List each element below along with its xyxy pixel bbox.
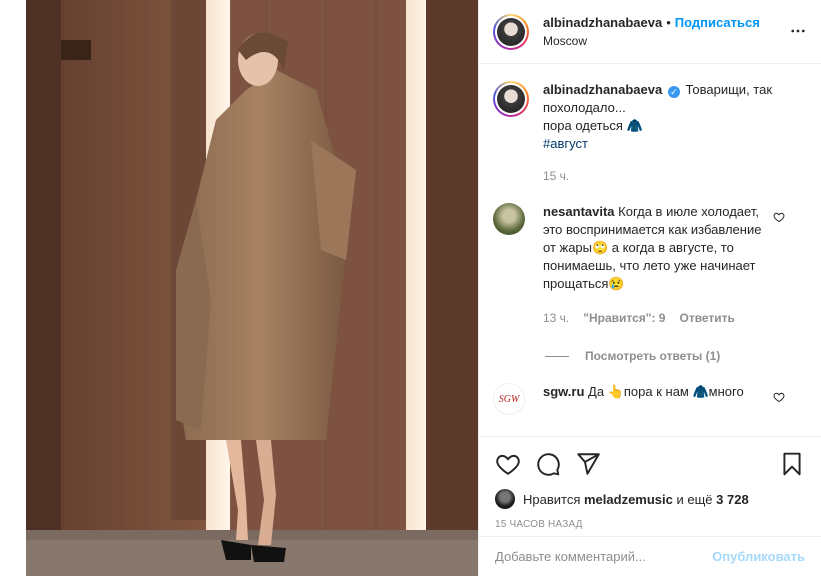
follow-button[interactable]: Подписаться: [675, 14, 760, 32]
hashtag-link[interactable]: #август: [543, 136, 588, 151]
comment-heart-icon[interactable]: [773, 211, 785, 223]
replies-line: [545, 355, 569, 357]
location-link[interactable]: Moscow: [543, 32, 760, 50]
comment-input[interactable]: [495, 549, 713, 564]
action-icons: [495, 451, 805, 479]
likes-middle: и ещё: [676, 491, 713, 507]
likes-count[interactable]: 3 728: [716, 492, 749, 507]
author-username[interactable]: albinadzhanabaeva: [543, 14, 662, 32]
caption-avatar[interactable]: [493, 81, 529, 117]
verified-badge-icon: ✓: [667, 86, 680, 98]
commenter-username[interactable]: sgw.ru: [543, 384, 584, 399]
reply-button[interactable]: Ответить: [679, 309, 734, 327]
commenter-username[interactable]: nesantavita: [543, 204, 615, 219]
comment-meta: 13 ч. "Нравится": 9 Ответить: [543, 309, 775, 327]
view-replies-button[interactable]: Посмотреть ответы (1): [545, 349, 821, 363]
comment-item: SGW sgw.ru Да 👆пора к нам 🧥много: [479, 383, 821, 415]
comment-icon[interactable]: [535, 451, 561, 477]
add-comment-bar: Опубликовать: [479, 536, 821, 576]
post-timestamp[interactable]: 15 ЧАСОВ НАЗАД: [495, 519, 583, 530]
heart-icon[interactable]: [495, 451, 521, 477]
likes-summary[interactable]: Нравится meladzemusic и ещё 3 728: [495, 489, 749, 509]
author-avatar[interactable]: [493, 13, 529, 50]
caption-block: albinadzhanabaeva ✓ Товарищи, так похоло…: [479, 65, 821, 185]
photo-woman-in-trench-coat: [26, 0, 478, 576]
post-photo[interactable]: [26, 0, 478, 576]
post-header: albinadzhanabaeva • Подписаться Moscow: [479, 0, 821, 64]
comment-time[interactable]: 13 ч.: [543, 309, 569, 327]
liker-avatar[interactable]: [495, 489, 515, 509]
commenter-avatar[interactable]: [493, 203, 525, 235]
caption-line-1: Товарищи, так: [685, 82, 773, 97]
caption-username[interactable]: albinadzhanabaeva: [543, 82, 662, 97]
share-icon[interactable]: [575, 451, 601, 477]
view-replies-label: Посмотреть ответы (1): [585, 349, 721, 363]
bookmark-icon[interactable]: [779, 451, 805, 477]
caption-text: albinadzhanabaeva ✓ Товарищи, так похоло…: [543, 81, 793, 185]
commenter-avatar[interactable]: SGW: [493, 383, 525, 415]
separator-dot: •: [666, 14, 671, 30]
caption-time: 15 ч.: [543, 169, 570, 183]
likes-prefix: Нравится: [523, 491, 581, 507]
comment-body: nesantavita Когда в июле холодает, это в…: [543, 203, 775, 327]
instagram-post: albinadzhanabaeva • Подписаться Moscow a…: [0, 0, 821, 576]
comment-item: nesantavita Когда в июле холодает, это в…: [479, 203, 821, 327]
more-horizontal-icon[interactable]: [789, 22, 807, 40]
comment-body: sgw.ru Да 👆пора к нам 🧥много: [543, 383, 775, 415]
liker-username[interactable]: meladzemusic: [584, 492, 673, 507]
comment-heart-icon[interactable]: [773, 391, 785, 403]
caption-line-2: похолодало...: [543, 100, 626, 115]
comment-likes[interactable]: "Нравится": 9: [583, 309, 665, 327]
post-actions: Нравится meladzemusic и ещё 3 728 15 ЧАС…: [479, 436, 821, 576]
publish-button[interactable]: Опубликовать: [712, 549, 805, 564]
comment-text: Да 👆пора к нам 🧥много: [588, 384, 744, 399]
caption-line-3: пора одеться 🧥: [543, 118, 643, 133]
comments-list[interactable]: albinadzhanabaeva ✓ Товарищи, так похоло…: [479, 65, 821, 435]
author-info: albinadzhanabaeva • Подписаться Moscow: [543, 14, 760, 50]
post-side-panel: albinadzhanabaeva • Подписаться Moscow a…: [478, 0, 821, 576]
